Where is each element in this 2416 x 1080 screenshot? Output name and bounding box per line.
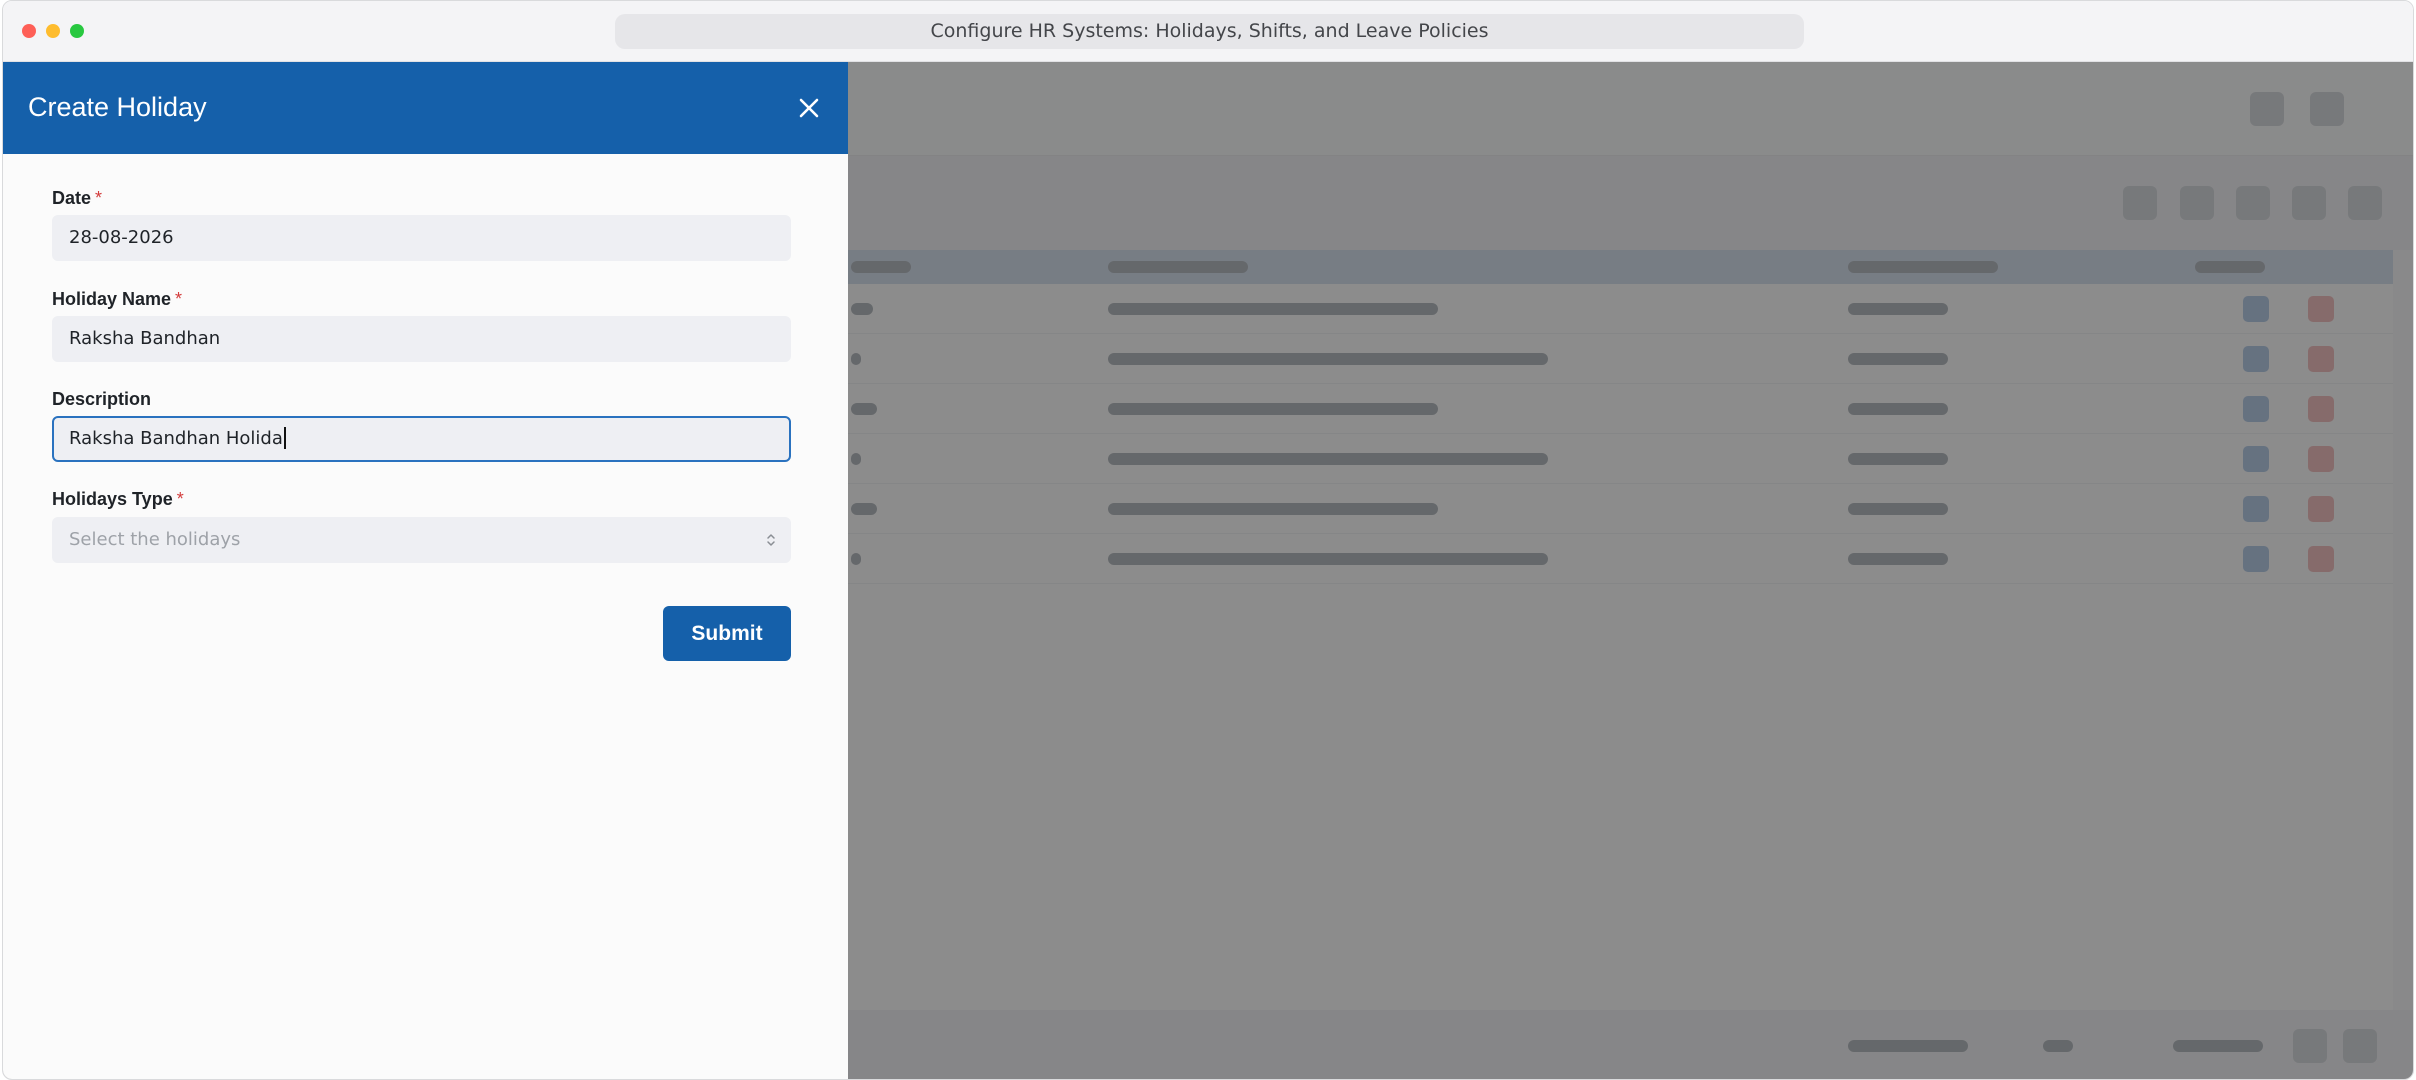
drawer-title: Create Holiday <box>28 92 207 122</box>
title-bar: Configure HR Systems: Holidays, Shifts, … <box>3 1 2413 62</box>
holiday-name-label: Holiday Name * <box>52 289 183 309</box>
holidays-type-label: Holidays Type * <box>52 489 184 509</box>
submit-button[interactable]: Submit <box>663 606 791 661</box>
close-icon <box>799 98 819 118</box>
required-mark: * <box>175 289 183 309</box>
window-close-dot[interactable] <box>22 24 36 38</box>
required-mark: * <box>95 188 103 208</box>
create-holiday-drawer: Create Holiday Date * 28-08-2026 Holiday … <box>3 62 848 1079</box>
date-input[interactable]: 28-08-2026 <box>52 215 791 261</box>
required-mark: * <box>176 489 184 509</box>
chevron-up-down-icon <box>767 534 775 546</box>
drawer-header: Create Holiday <box>3 62 848 154</box>
text-caret <box>283 426 286 449</box>
close-button[interactable] <box>793 92 825 124</box>
address-bar[interactable]: Configure HR Systems: Holidays, Shifts, … <box>615 14 1804 49</box>
browser-window: Configure HR Systems: Holidays, Shifts, … <box>2 0 2414 1080</box>
description-input[interactable]: Raksha Bandhan Holida <box>52 416 791 462</box>
holidays-type-select[interactable]: Select the holidays <box>52 517 791 563</box>
description-label: Description <box>52 389 152 409</box>
window-minimize-dot[interactable] <box>46 24 60 38</box>
holiday-name-input[interactable]: Raksha Bandhan <box>52 316 791 362</box>
date-label: Date * <box>52 188 103 208</box>
window-maximize-dot[interactable] <box>70 24 84 38</box>
